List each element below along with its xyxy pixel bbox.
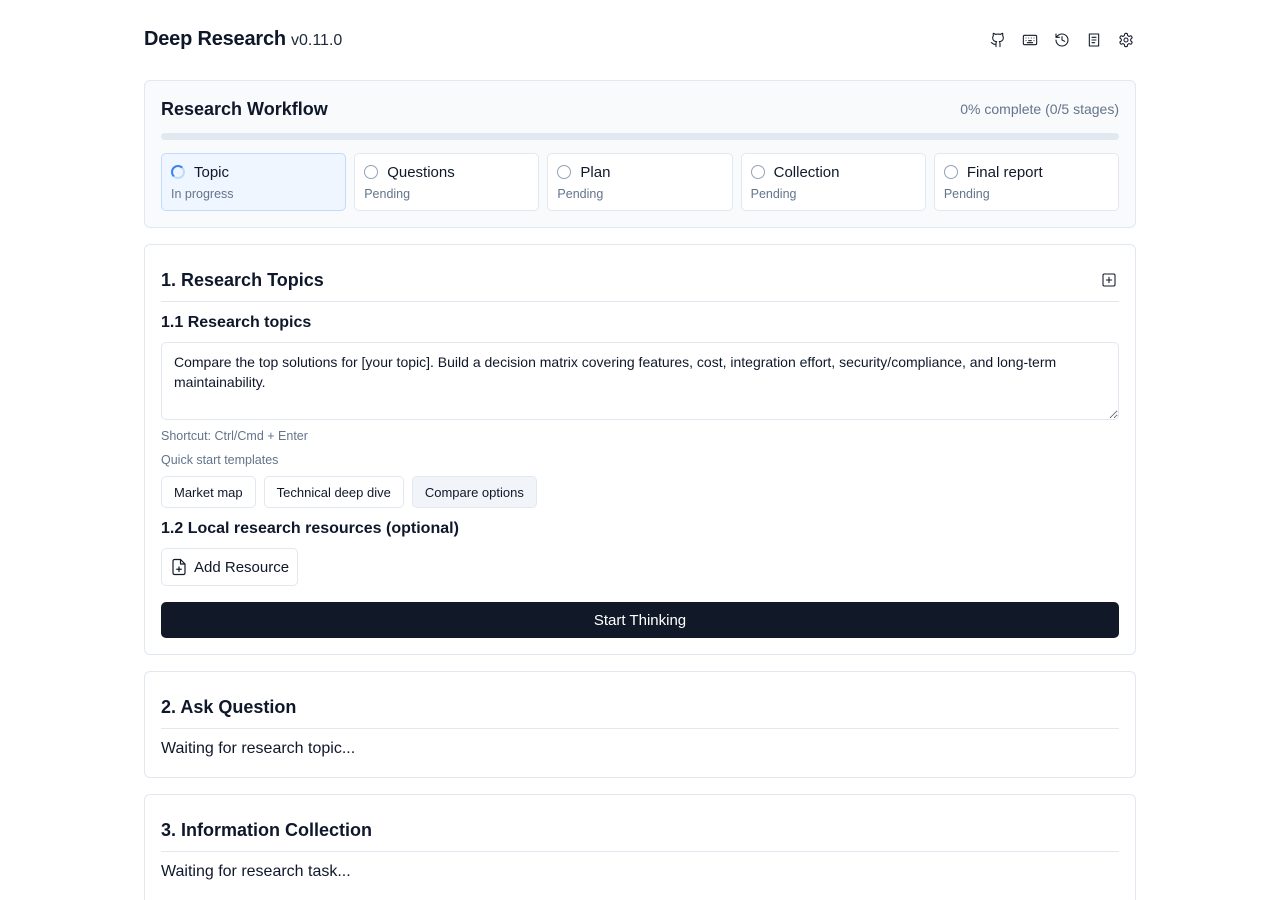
template-technical-deep-dive-button[interactable]: Technical deep dive	[263, 476, 404, 508]
circle-icon	[750, 165, 765, 179]
add-resource-button[interactable]: Add Resource	[161, 548, 299, 586]
history-button[interactable]	[1052, 28, 1072, 52]
stage-collection[interactable]: Collection Pending	[740, 153, 926, 211]
add-resource-label: Add Resource	[194, 558, 290, 576]
settings-icon	[1119, 32, 1133, 48]
history-icon	[1055, 33, 1069, 47]
workflow-title: Research Workflow	[161, 99, 328, 119]
information-collection-status: Waiting for research task...	[161, 863, 351, 880]
research-topics-card: 1. Research Topics 1.1 Research topics C…	[144, 244, 1136, 655]
stage-status: Pending	[750, 187, 797, 201]
divider	[161, 851, 1119, 852]
circle-icon	[557, 165, 572, 179]
github-button[interactable]	[988, 28, 1008, 52]
workflow-progress-text: 0% complete (0/5 stages)	[960, 101, 1119, 117]
new-topic-button[interactable]	[1101, 272, 1119, 290]
stage-name: Collection	[773, 164, 840, 181]
keyboard-button[interactable]	[1020, 28, 1040, 52]
app-title: Deep Research	[144, 28, 286, 50]
template-market-map-button[interactable]: Market map	[161, 476, 256, 508]
stage-topic[interactable]: Topic In progress	[161, 153, 347, 211]
spinner-icon	[171, 165, 185, 179]
templates-label: Quick start templates	[161, 453, 279, 467]
circle-icon	[943, 165, 958, 179]
book-icon	[1088, 33, 1100, 47]
divider	[161, 728, 1119, 729]
circle-icon	[364, 165, 379, 179]
quick-start-templates: Market map Technical deep dive Compare o…	[161, 476, 537, 508]
research-topics-subtitle: 1.1 Research topics	[161, 314, 312, 331]
information-collection-title: 3. Information Collection	[161, 820, 373, 840]
template-compare-options-button[interactable]: Compare options	[411, 476, 537, 508]
workflow-stages: Topic In progress Questions Pending Plan…	[161, 153, 1120, 211]
stage-name: Topic	[194, 164, 230, 181]
workflow-progress-bar	[161, 133, 1119, 140]
stage-questions[interactable]: Questions Pending	[354, 153, 540, 211]
information-collection-card: 3. Information Collection Waiting for re…	[144, 794, 1136, 900]
ask-question-status: Waiting for research topic...	[161, 740, 356, 757]
settings-button[interactable]	[1116, 28, 1136, 52]
stage-name: Final report	[966, 164, 1043, 181]
stage-plan[interactable]: Plan Pending	[547, 153, 733, 211]
research-topics-title: 1. Research Topics	[161, 270, 324, 290]
app-version: v0.11.0	[291, 32, 343, 49]
local-resources-subtitle: 1.2 Local research resources (optional)	[161, 520, 459, 537]
stage-name: Plan	[580, 164, 611, 181]
research-workflow-panel: Research Workflow 0% complete (0/5 stage…	[144, 80, 1136, 228]
app-header: Deep Research v0.11.0	[144, 26, 1136, 56]
stage-status: Pending	[364, 187, 411, 201]
divider	[161, 301, 1119, 302]
ask-question-title: 2. Ask Question	[161, 697, 297, 717]
stage-name: Questions	[387, 164, 455, 181]
file-plus-icon	[172, 558, 186, 576]
knowledge-button[interactable]	[1084, 28, 1104, 52]
stage-status: Pending	[557, 187, 604, 201]
ask-question-card: 2. Ask Question Waiting for research top…	[144, 671, 1136, 778]
github-icon	[990, 32, 1004, 48]
stage-status: In progress	[171, 187, 234, 201]
keyboard-icon	[1022, 34, 1038, 46]
square-plus-icon	[1102, 273, 1116, 287]
header-toolbar	[988, 28, 1136, 52]
topic-input[interactable]: Compare the top solutions for [your topi…	[161, 342, 1119, 420]
shortcut-hint: Shortcut: Ctrl/Cmd + Enter	[161, 429, 308, 443]
start-thinking-button[interactable]: Start Thinking	[161, 602, 1119, 638]
stage-final-report[interactable]: Final report Pending	[933, 153, 1120, 211]
stage-status: Pending	[943, 187, 990, 201]
